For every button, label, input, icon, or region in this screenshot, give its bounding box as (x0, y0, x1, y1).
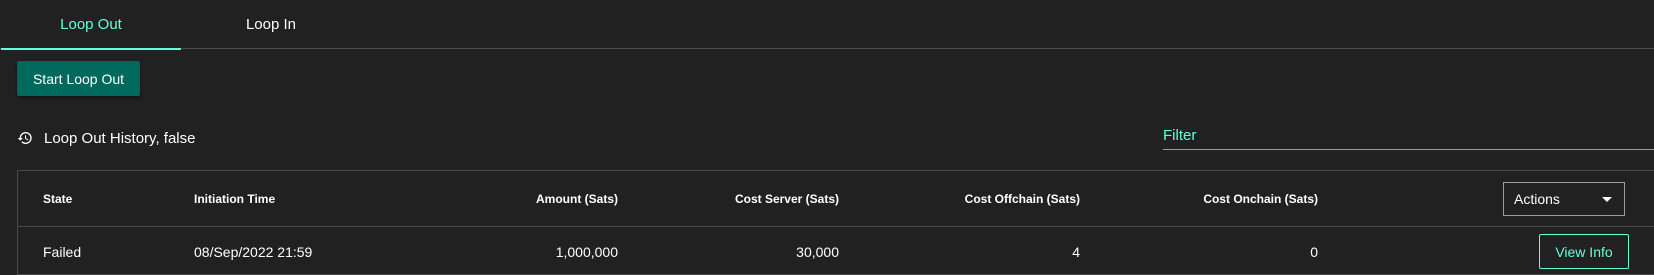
actions-dropdown[interactable]: Actions (1503, 182, 1625, 216)
column-header-cost-server[interactable]: Cost Server (Sats) (735, 171, 839, 226)
view-info-button[interactable]: View Info (1539, 234, 1629, 269)
active-tab-indicator (1, 48, 181, 50)
caret-down-icon (1602, 196, 1612, 202)
actions-dropdown-label: Actions (1514, 191, 1560, 207)
column-header-amount[interactable]: Amount (Sats) (536, 171, 618, 226)
history-heading: Loop Out History, false (17, 128, 195, 148)
loop-page: Loop Out Loop In Start Loop Out Loop Out… (0, 0, 1654, 275)
tab-loop-in[interactable]: Loop In (181, 0, 361, 48)
tab-loop-out[interactable]: Loop Out (1, 0, 181, 48)
history-icon (17, 130, 33, 146)
start-loop-out-button[interactable]: Start Loop Out (17, 61, 140, 96)
column-header-state[interactable]: State (43, 171, 72, 226)
loop-out-history-table: State Initiation Time Amount (Sats) Cost… (17, 170, 1654, 275)
cell-cost-server: 30,000 (796, 243, 839, 260)
cell-state: Failed (43, 243, 82, 260)
column-header-cost-offchain[interactable]: Cost Offchain (Sats) (965, 171, 1080, 226)
column-header-cost-onchain[interactable]: Cost Onchain (Sats) (1203, 171, 1318, 226)
table-row: Failed 08/Sep/2022 21:59 1,000,000 30,00… (18, 227, 1654, 275)
tab-bar: Loop Out Loop In (0, 0, 1654, 50)
table-header-row: State Initiation Time Amount (Sats) Cost… (18, 171, 1654, 227)
history-title: Loop Out History, false (44, 129, 196, 147)
cell-initiation-time: 08/Sep/2022 21:59 (194, 243, 313, 260)
column-header-initiation-time[interactable]: Initiation Time (194, 171, 275, 226)
cell-cost-onchain: 0 (1310, 243, 1318, 260)
cell-cost-offchain: 4 (1072, 243, 1080, 260)
filter-field (1163, 122, 1654, 150)
filter-input[interactable] (1163, 122, 1654, 148)
cell-amount: 1,000,000 (555, 243, 618, 260)
